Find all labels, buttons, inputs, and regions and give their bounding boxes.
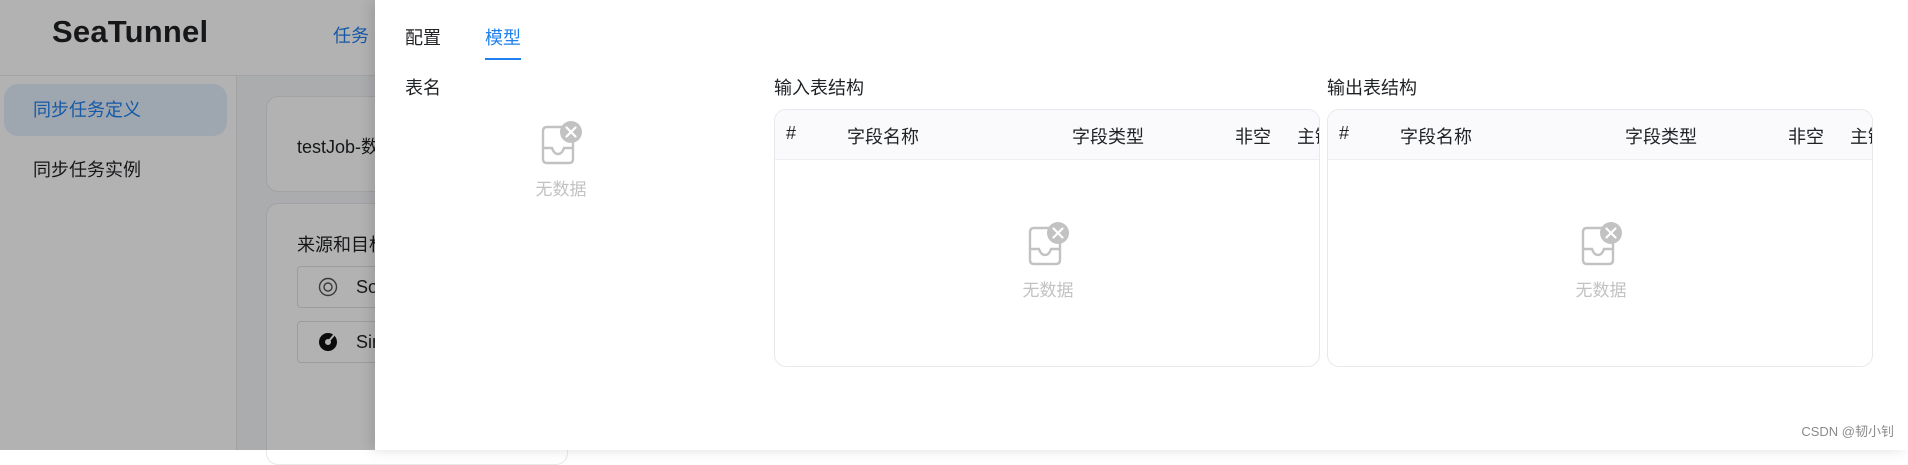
tab-model[interactable]: 模型	[485, 24, 521, 60]
column-header-not-null: 非空	[1235, 127, 1271, 147]
column-header-field-name: 字段名称	[1400, 127, 1472, 147]
column-header-field-type: 字段类型	[1625, 127, 1697, 147]
input-schema-table: # 字段名称 字段类型 非空 主键 无数据	[774, 109, 1320, 367]
empty-text: 无数据	[535, 180, 587, 199]
column-header-not-null: 非空	[1788, 127, 1824, 147]
empty-box-icon	[1541, 222, 1661, 268]
table-header: # 字段名称 字段类型 非空 主键	[1328, 110, 1872, 160]
empty-box-icon	[501, 121, 621, 167]
column-header-field-type: 字段类型	[1072, 127, 1144, 147]
table-header: # 字段名称 字段类型 非空 主键	[775, 110, 1319, 160]
empty-text: 无数据	[1575, 281, 1627, 300]
column-header-primary-key: 主键	[1850, 127, 1872, 147]
column-header-index: #	[1339, 123, 1350, 143]
column-header-primary-key: 主键	[1297, 127, 1319, 147]
model-drawer: 配置 模型 表名 无数据 输入表结构 # 字段名称 字段类型 非空 主键	[375, 0, 1908, 450]
output-schema-label: 输出表结构	[1327, 78, 1417, 98]
watermark: CSDN @韧小钊	[1801, 424, 1894, 439]
input-schema-label: 输入表结构	[774, 78, 864, 98]
empty-box-icon	[988, 222, 1108, 268]
column-header-field-name: 字段名称	[847, 127, 919, 147]
empty-text: 无数据	[1022, 281, 1074, 300]
column-header-index: #	[786, 123, 797, 143]
output-schema-table: # 字段名称 字段类型 非空 主键 无数据	[1327, 109, 1873, 367]
output-schema-empty: 无数据	[1541, 222, 1661, 301]
input-schema-empty: 无数据	[988, 222, 1108, 301]
table-name-label: 表名	[405, 78, 441, 98]
table-name-empty: 无数据	[501, 121, 621, 200]
tab-config[interactable]: 配置	[405, 24, 441, 58]
